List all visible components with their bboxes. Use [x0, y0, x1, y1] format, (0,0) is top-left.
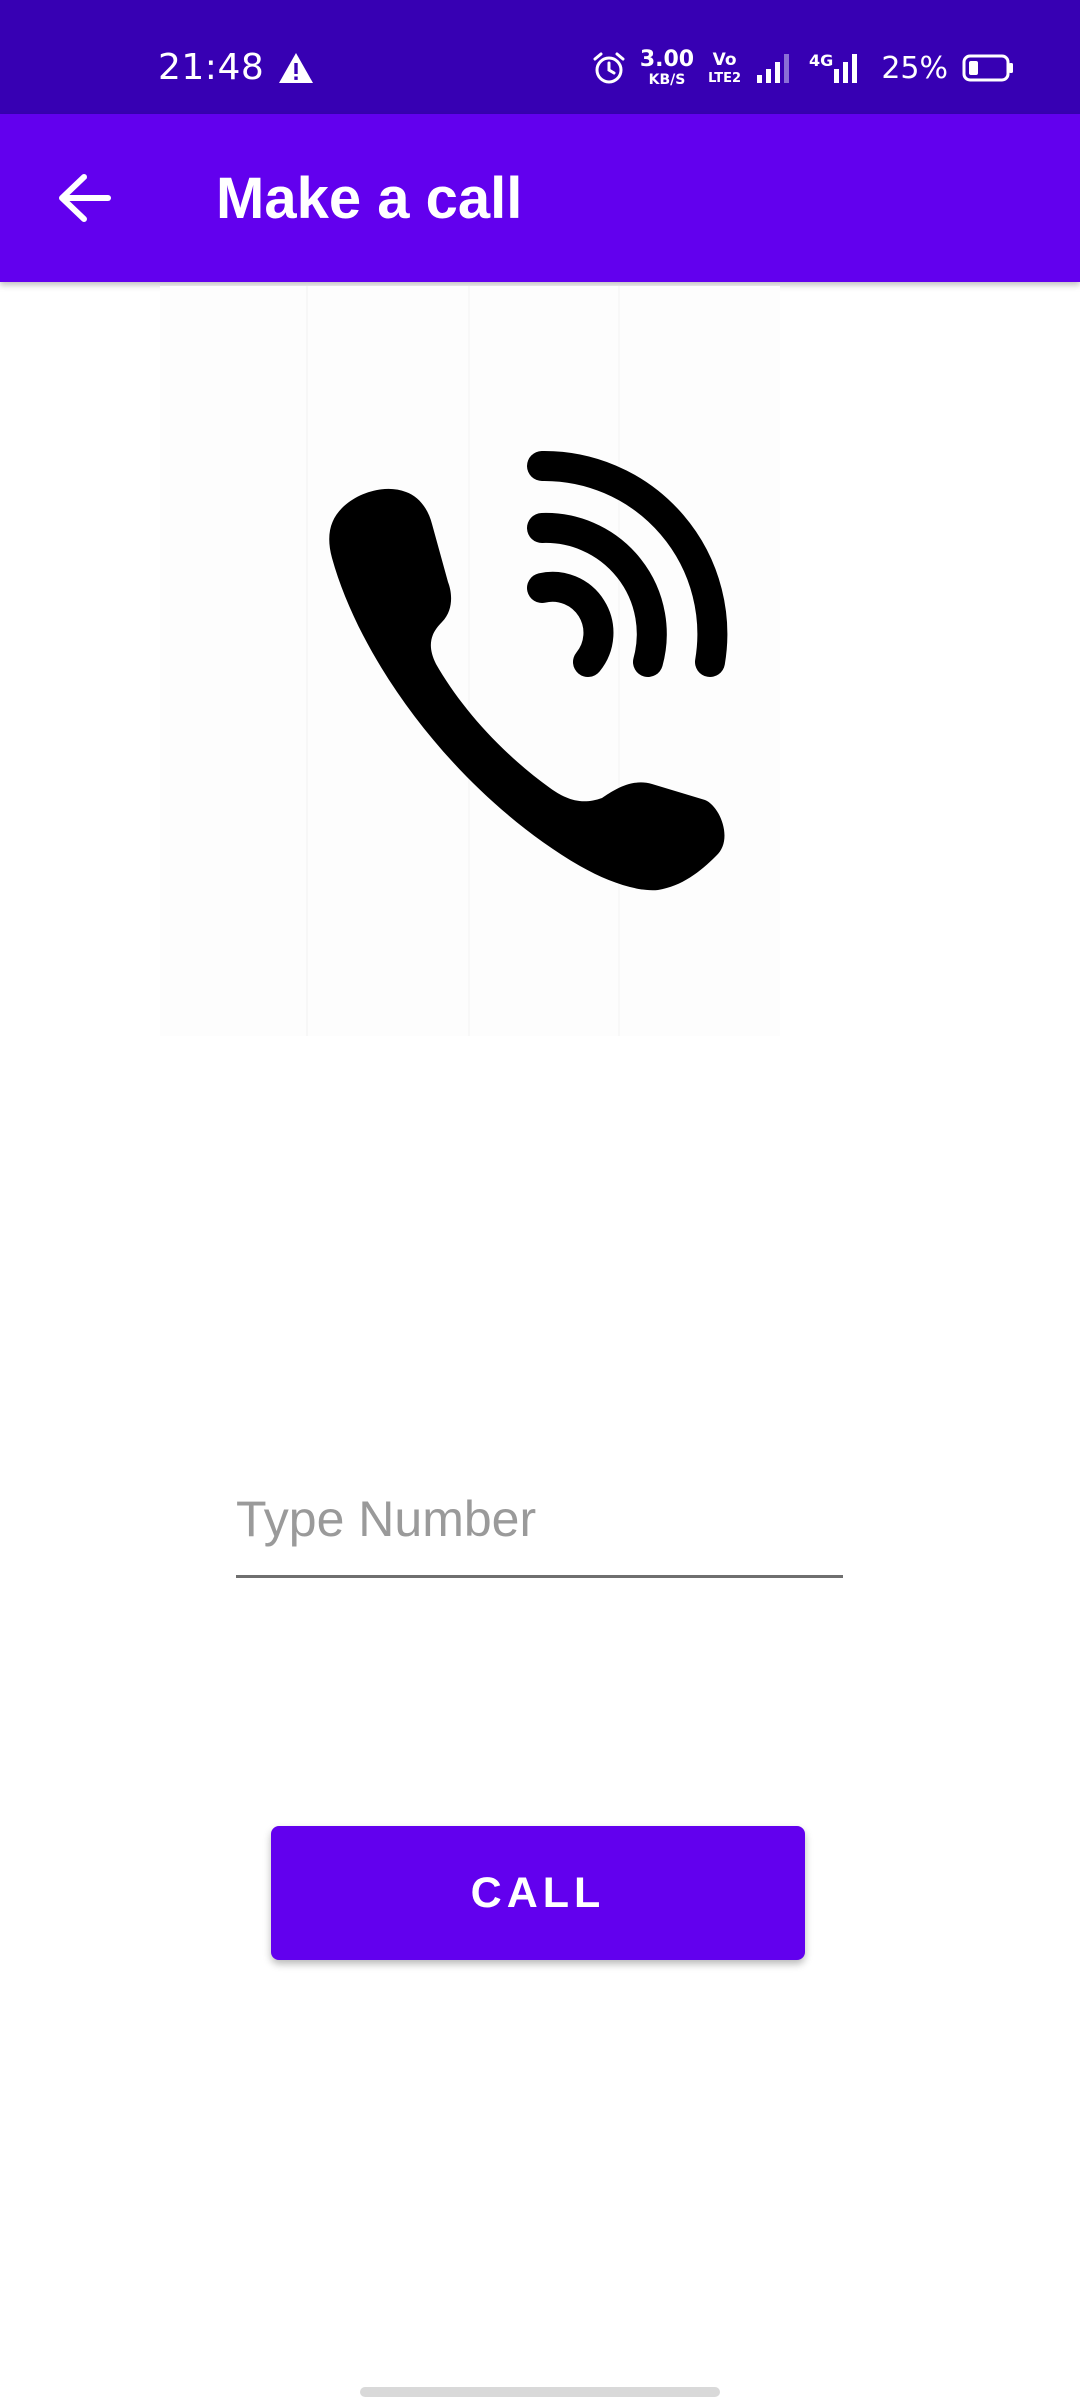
phone-number-input[interactable]	[236, 1476, 843, 1578]
status-bar: 21:48 3.00 KB/S Vo LTE2 4G 25%	[0, 0, 1080, 114]
warning-icon	[279, 53, 313, 83]
volte-indicator: Vo LTE2	[708, 49, 742, 86]
signal-icon	[757, 54, 790, 83]
home-indicator[interactable]	[360, 2387, 720, 2397]
status-icons: 3.00 KB/S Vo LTE2 4G 25%	[592, 40, 1014, 96]
number-field	[236, 1476, 843, 1578]
network-speed: 3.00 KB/S	[639, 47, 695, 88]
network-type-label: 4G	[809, 51, 834, 70]
battery-icon	[962, 54, 1013, 82]
network-speed-value: 3.00	[639, 47, 695, 72]
back-button[interactable]	[44, 168, 124, 228]
phone-ringing-icon	[329, 450, 728, 891]
app-bar: Make a call	[0, 114, 1080, 282]
screen: 21:48 3.00 KB/S Vo LTE2 4G 25% Make a ca…	[0, 0, 1080, 2400]
page-title: Make a call	[216, 166, 523, 231]
status-time: 21:48	[158, 47, 265, 88]
call-button[interactable]: CALL	[271, 1826, 805, 1960]
volte-top-label: Vo	[712, 49, 737, 70]
signal-icon-sim2	[834, 54, 858, 83]
alarm-icon	[593, 52, 625, 84]
battery-percent: 25%	[881, 50, 948, 86]
signal-4g: 4G	[809, 51, 863, 85]
arrow-left-icon	[59, 174, 111, 222]
hero-image	[160, 286, 780, 1036]
network-speed-unit: KB/S	[648, 72, 686, 88]
volte-bottom-label: LTE2	[708, 70, 742, 86]
